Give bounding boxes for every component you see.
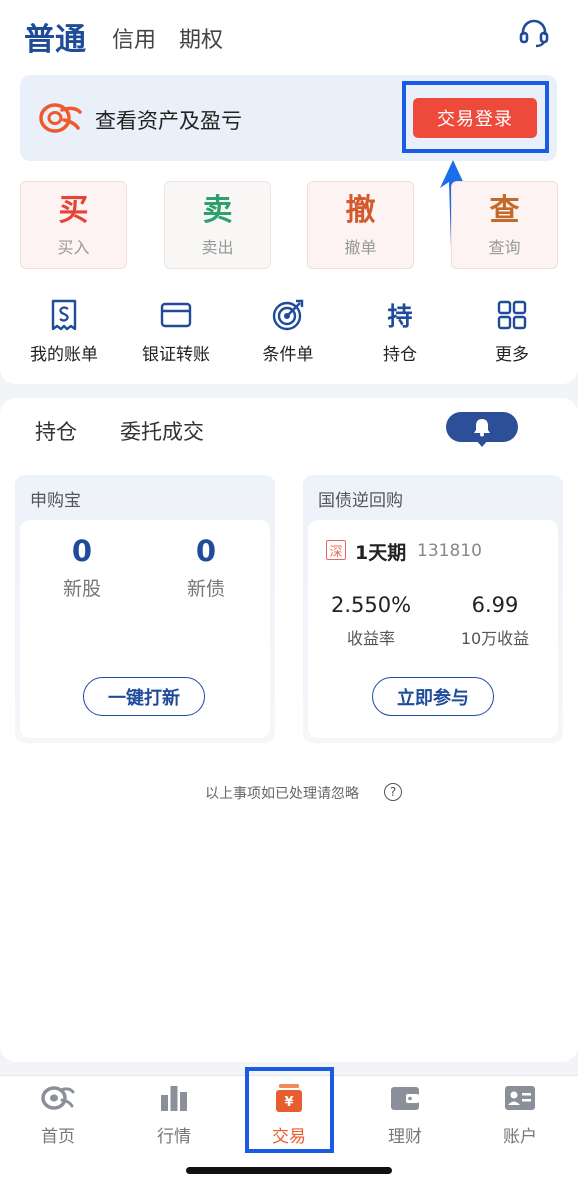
nav-label: 行情	[157, 1127, 191, 1147]
hold-icon: 持	[350, 298, 450, 332]
buy-glyph: 买	[58, 193, 89, 228]
tab-holdings[interactable]: 持仓	[35, 416, 77, 446]
home-indicator[interactable]	[186, 1167, 392, 1174]
bill-icon	[14, 298, 114, 332]
market-tag: 深	[326, 540, 346, 560]
chart-icon	[134, 1082, 214, 1114]
nav-wealth[interactable]: 理财	[365, 1082, 445, 1147]
shortcut-label: 持仓	[383, 345, 417, 365]
shortcut-label: 条件单	[262, 345, 314, 365]
ipo-panel-title: 申购宝	[30, 491, 81, 511]
bell-icon	[474, 419, 490, 437]
repo-product-name[interactable]: 1天期	[355, 538, 406, 565]
shortcut-label: 银证转账	[142, 345, 210, 365]
sell-button[interactable]: 卖 卖出	[164, 181, 271, 269]
cancel-order-button[interactable]: 撤 撤单	[307, 181, 414, 269]
sell-label: 卖出	[201, 238, 234, 257]
nav-account[interactable]: 账户	[480, 1082, 560, 1147]
buy-button[interactable]: 买 买入	[20, 181, 127, 269]
sell-glyph: 卖	[202, 193, 233, 228]
query-glyph: 查	[489, 193, 520, 228]
new-stock-count[interactable]: 0	[42, 534, 122, 568]
repo-product-code: 131810	[417, 541, 482, 561]
tab-normal[interactable]: 普通	[24, 14, 86, 59]
repo-panel-title: 国债逆回购	[318, 491, 403, 511]
cancel-glyph: 撤	[345, 193, 376, 228]
income-value: 6.99	[471, 593, 519, 617]
query-button[interactable]: 查 查询	[451, 181, 558, 269]
shortcut-more[interactable]: 更多	[462, 298, 562, 365]
tab-options[interactable]: 期权	[179, 22, 223, 54]
tab-credit[interactable]: 信用	[112, 22, 156, 54]
ignore-note: 以上事项如已处理请忽略	[205, 786, 359, 802]
notification-button[interactable]	[446, 412, 518, 442]
shortcut-my-bill[interactable]: 我的账单	[14, 298, 114, 365]
wallet-icon	[365, 1082, 445, 1114]
join-now-button[interactable]: 立即参与	[372, 677, 494, 716]
login-highlight-box	[402, 81, 549, 153]
headset-icon[interactable]	[518, 17, 550, 49]
bell-pointer	[476, 440, 488, 447]
grid-icon	[462, 298, 562, 332]
account-icon	[480, 1082, 560, 1114]
query-label: 查询	[488, 238, 521, 257]
nav-label: 首页	[41, 1127, 75, 1147]
shortcut-condition-order[interactable]: 条件单	[238, 298, 338, 365]
shortcut-bank-transfer[interactable]: 银证转账	[126, 298, 226, 365]
cancel-label: 撤单	[344, 238, 377, 257]
nav-label: 账户	[503, 1127, 537, 1147]
view-assets-text[interactable]: 查看资产及盈亏	[95, 105, 242, 135]
card-icon	[126, 298, 226, 332]
shortcut-label: 我的账单	[30, 345, 98, 365]
shortcut-holdings[interactable]: 持 持仓	[350, 298, 450, 365]
one-click-ipo-button[interactable]: 一键打新	[83, 677, 205, 716]
target-icon	[238, 298, 338, 332]
nav-label: 理财	[388, 1127, 422, 1147]
nav-home[interactable]: 首页	[18, 1082, 98, 1147]
brand-logo-icon	[38, 100, 82, 136]
home-icon	[18, 1082, 98, 1114]
tab-orders[interactable]: 委托成交	[120, 416, 204, 446]
nav-market[interactable]: 行情	[134, 1082, 214, 1147]
shortcut-label: 更多	[495, 345, 529, 365]
trade-nav-highlight-box	[245, 1067, 334, 1153]
income-label: 10万收益	[460, 629, 530, 648]
buy-label: 买入	[57, 238, 90, 257]
yield-label: 收益率	[346, 629, 395, 648]
help-icon[interactable]: ?	[384, 783, 402, 801]
new-bond-label: 新债	[186, 578, 225, 600]
new-bond-count[interactable]: 0	[166, 534, 246, 568]
yield-value: 2.550%	[330, 593, 412, 617]
new-stock-label: 新股	[62, 578, 101, 600]
hold-glyph: 持	[387, 302, 413, 331]
